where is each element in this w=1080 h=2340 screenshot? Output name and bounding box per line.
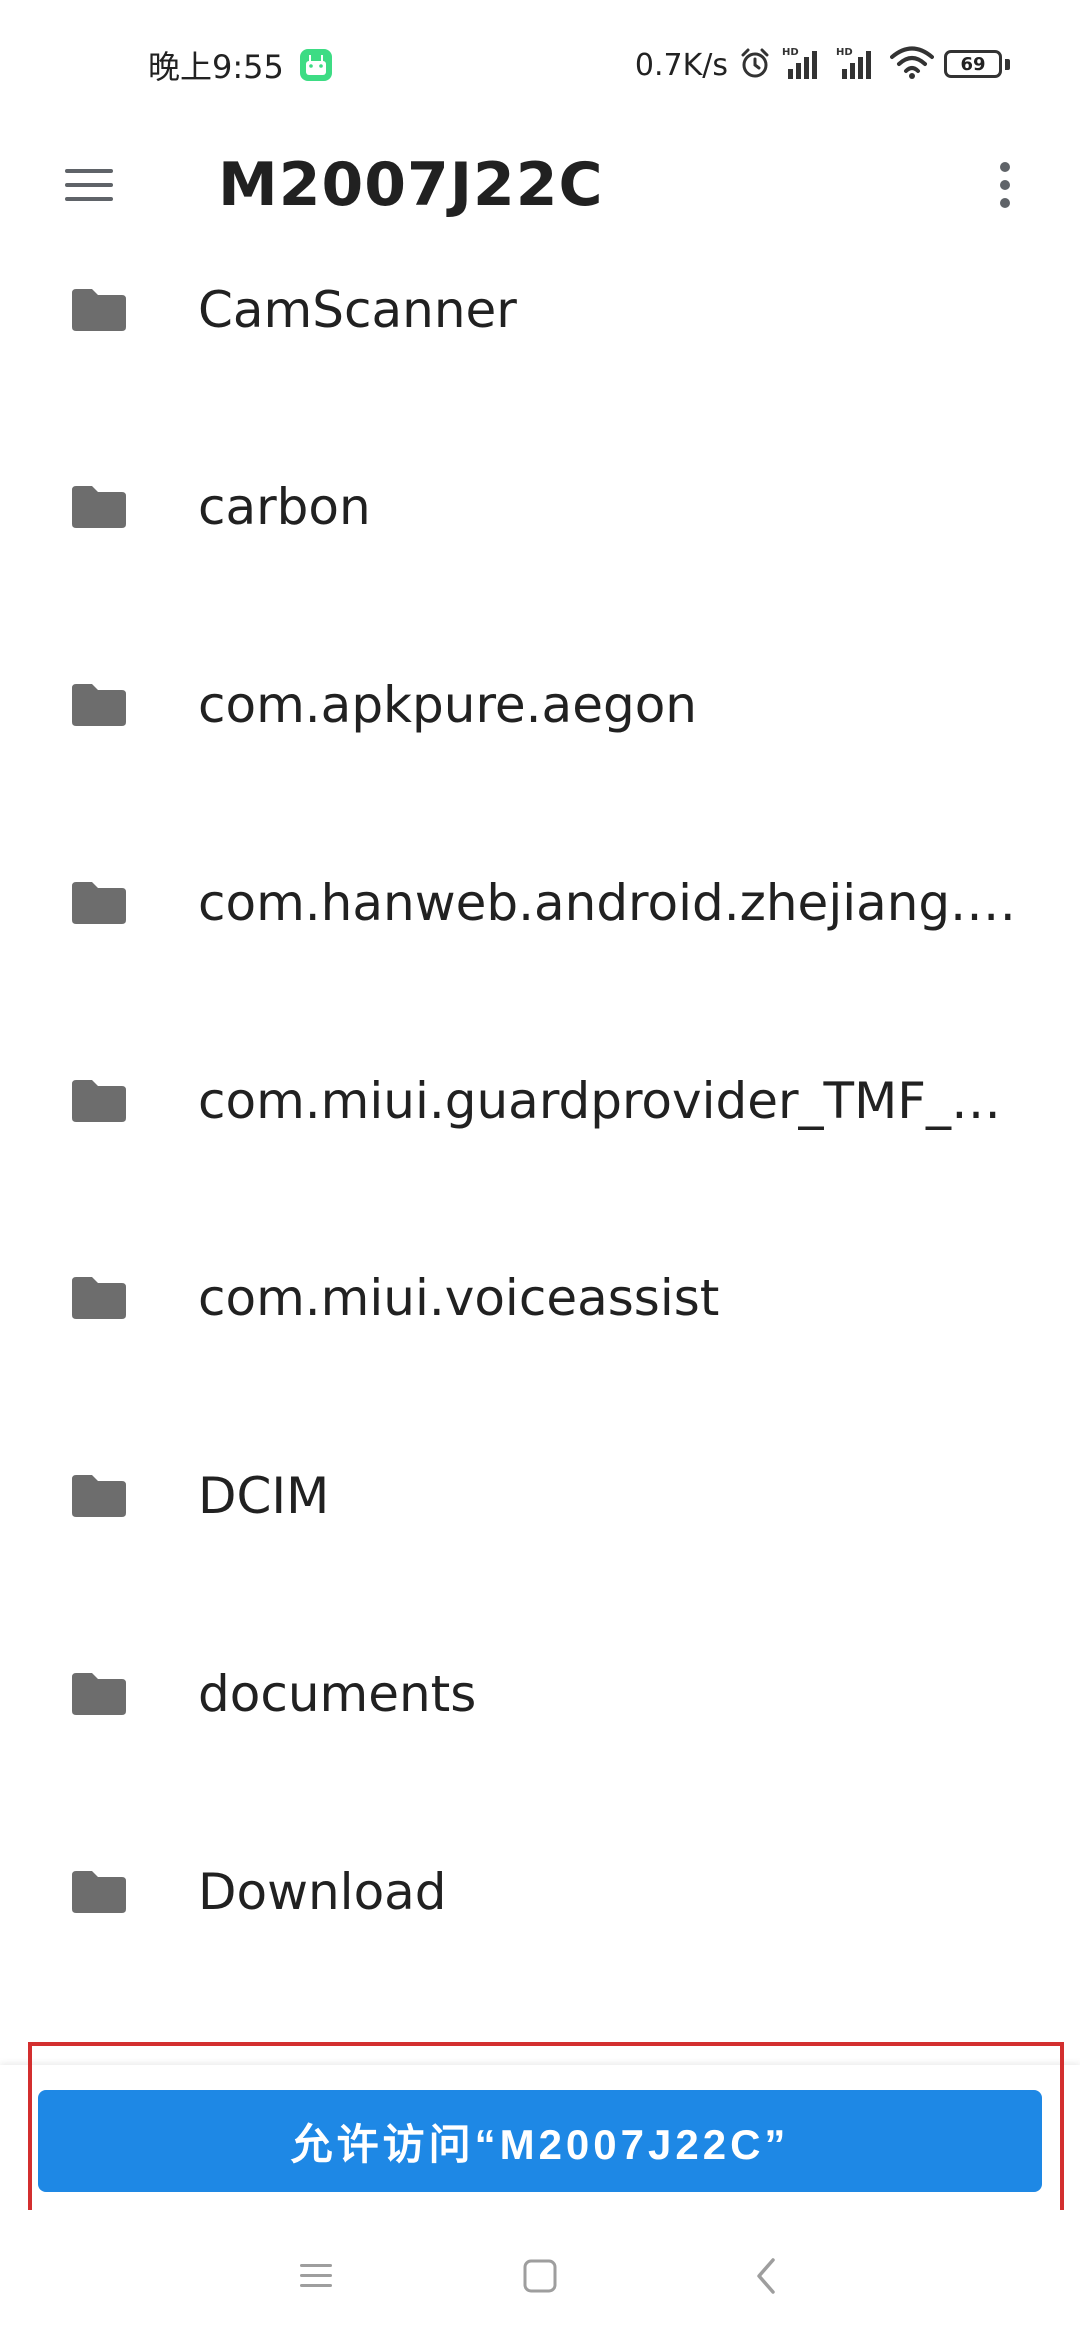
folder-item[interactable]: CamScanner bbox=[0, 240, 1080, 385]
folder-item[interactable]: documents bbox=[0, 1619, 1080, 1769]
page-title: M2007J22C bbox=[218, 150, 604, 220]
status-right: 0.7K/s HD HD 69 bbox=[635, 40, 1010, 90]
folder-name: Download bbox=[198, 1863, 447, 1921]
folder-name: com.hanweb.android.zhejiang.a... bbox=[198, 874, 1020, 932]
status-bar: 晚上9:55 0.7K/s HD HD 69 bbox=[0, 0, 1080, 130]
folder-icon bbox=[70, 287, 128, 333]
recents-icon[interactable] bbox=[290, 2250, 342, 2302]
folder-name: DCIM bbox=[198, 1467, 330, 1525]
svg-text:HD: HD bbox=[836, 47, 853, 58]
folder-icon bbox=[70, 1473, 128, 1519]
folder-name: documents bbox=[198, 1665, 477, 1723]
folder-item[interactable]: com.hanweb.android.zhejiang.a... bbox=[0, 828, 1080, 978]
folder-icon bbox=[70, 1869, 128, 1915]
folder-item[interactable]: com.miui.voiceassist bbox=[0, 1223, 1080, 1373]
navigation-bar bbox=[0, 2210, 1080, 2340]
allow-access-button[interactable]: 允许访问“M2007J22C” bbox=[38, 2090, 1042, 2192]
signal-hd-icon: HD bbox=[782, 45, 826, 85]
signal-hd-icon: HD bbox=[836, 45, 880, 85]
folder-icon bbox=[70, 1275, 128, 1321]
more-vert-icon[interactable] bbox=[972, 152, 1038, 218]
back-icon[interactable] bbox=[740, 2250, 792, 2302]
svg-text:HD: HD bbox=[782, 47, 799, 58]
android-icon bbox=[298, 47, 334, 83]
folder-name: com.miui.voiceassist bbox=[198, 1269, 720, 1327]
folder-item[interactable]: com.apkpure.aegon bbox=[0, 630, 1080, 780]
status-left: 晚上9:55 bbox=[148, 40, 334, 90]
folder-icon bbox=[70, 1671, 128, 1717]
battery-level: 69 bbox=[960, 53, 986, 75]
status-time: 晚上9:55 bbox=[148, 48, 284, 86]
folder-item[interactable]: Download bbox=[0, 1817, 1080, 1967]
top-app-bar: M2007J22C bbox=[0, 130, 1080, 240]
folder-name: carbon bbox=[198, 478, 371, 536]
home-icon[interactable] bbox=[514, 2250, 566, 2302]
folder-icon bbox=[70, 1078, 128, 1124]
folder-name: CamScanner bbox=[198, 281, 517, 339]
folder-icon bbox=[70, 484, 128, 530]
network-speed: 0.7K/s bbox=[634, 47, 728, 83]
folder-list: CamScanner carbon com.apkpure.aegon com.… bbox=[0, 240, 1080, 2070]
wifi-icon bbox=[890, 46, 934, 84]
folder-name: com.miui.guardprovider_TMF_T... bbox=[198, 1072, 1020, 1130]
folder-item[interactable]: DCIM bbox=[0, 1421, 1080, 1571]
alarm-icon bbox=[738, 46, 772, 84]
folder-icon bbox=[70, 682, 128, 728]
folder-name: com.apkpure.aegon bbox=[198, 676, 697, 734]
folder-item[interactable]: carbon bbox=[0, 432, 1080, 582]
folder-icon bbox=[70, 880, 128, 926]
hamburger-menu-icon[interactable] bbox=[56, 152, 122, 218]
folder-item[interactable]: com.miui.guardprovider_TMF_T... bbox=[0, 1026, 1080, 1176]
battery-icon: 69 bbox=[944, 50, 1010, 80]
